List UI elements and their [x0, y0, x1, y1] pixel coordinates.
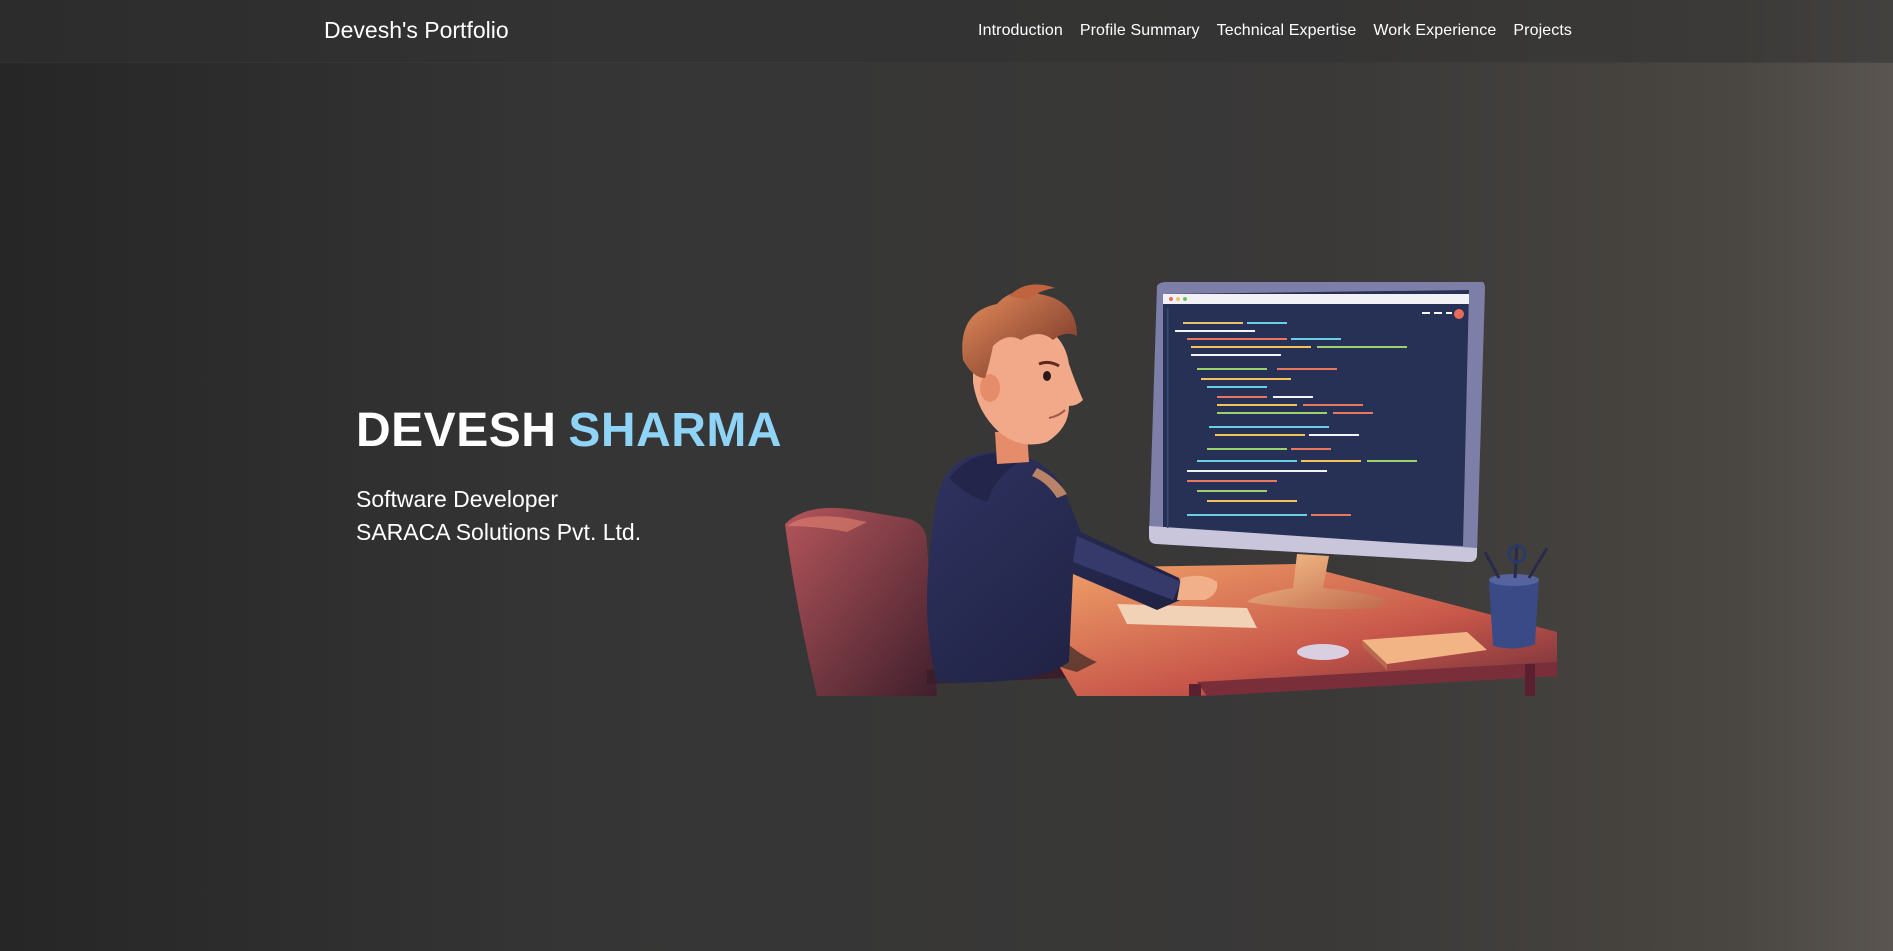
- nav-link-work-experience[interactable]: Work Experience: [1373, 22, 1496, 40]
- hero-company: SARACA Solutions Pvt. Ltd.: [356, 519, 642, 545]
- nav-links: Introduction Profile Summary Technical E…: [978, 22, 1572, 40]
- navbar: Devesh's Portfolio Introduction Profile …: [0, 0, 1893, 63]
- hero-role: Software Developer: [356, 486, 558, 512]
- mouse-shape: [1297, 644, 1349, 660]
- nav-link-profile-summary[interactable]: Profile Summary: [1080, 22, 1200, 40]
- developer-at-computer-illustration: [785, 282, 1557, 696]
- hero-first-name: DEVESH: [356, 404, 557, 457]
- nav-link-introduction[interactable]: Introduction: [978, 22, 1063, 40]
- nav-link-technical-expertise[interactable]: Technical Expertise: [1217, 22, 1357, 40]
- hero-name: DEVESH SHARMA: [356, 403, 782, 458]
- monitor-shape: [1149, 282, 1485, 610]
- brand-logo-link[interactable]: Devesh's Portfolio: [324, 17, 509, 44]
- nav-link-projects[interactable]: Projects: [1513, 22, 1572, 40]
- hero-last-name: SHARMA: [568, 404, 783, 457]
- hero-intro: DEVESH SHARMA Software Developer SARACA S…: [356, 403, 782, 546]
